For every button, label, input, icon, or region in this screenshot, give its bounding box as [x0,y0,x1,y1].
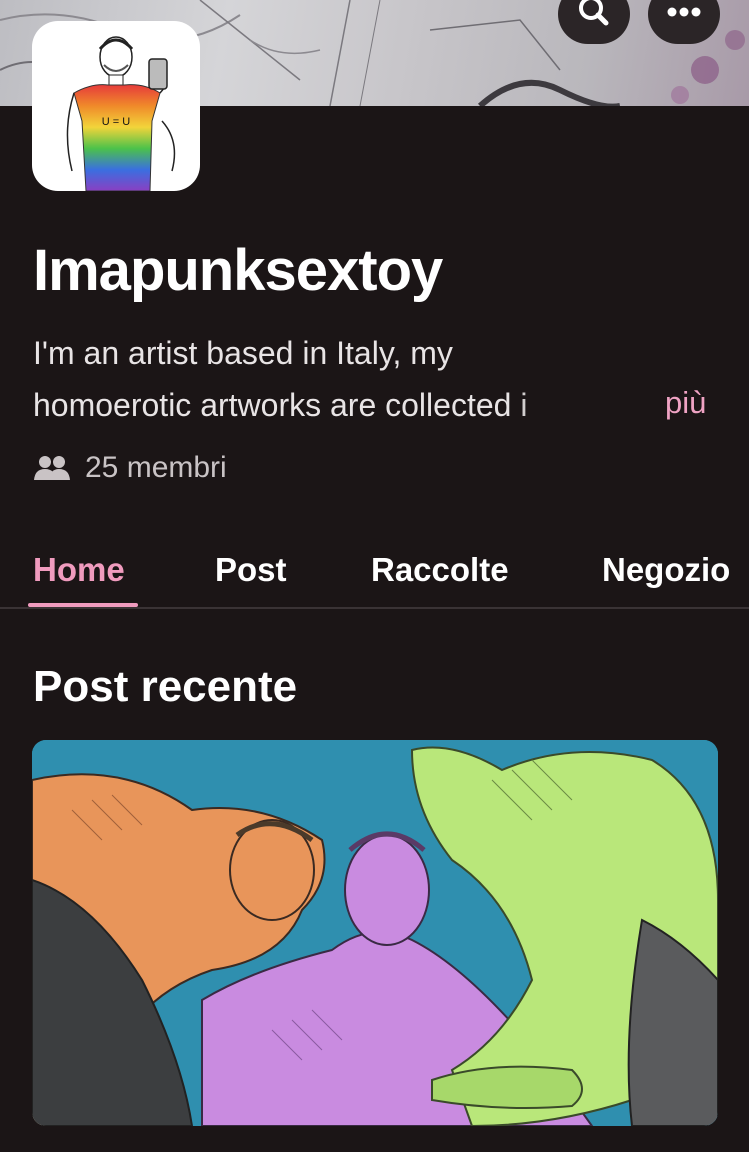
members-count: 25 membri [33,448,227,488]
description-line-1: I'm an artist based in Italy, my [33,335,453,371]
avatar-shirt-text: U = U [102,116,130,128]
post-artwork [32,740,718,1126]
members-icon [34,456,70,480]
active-tab-indicator [28,603,138,607]
creator-description[interactable]: I'm an artist based in Italy, my homoero… [33,327,633,431]
creator-name: Imapunksextoy [33,238,443,303]
recent-post-card[interactable] [32,740,718,1126]
tab-raccolte[interactable]: Raccolte [371,551,509,589]
members-text: 25 membri [85,451,227,484]
avatar[interactable]: U = U [32,21,200,191]
avatar-illustration: U = U [66,36,176,191]
description-line-2: homoerotic artworks are collected i [33,387,528,423]
section-title: Post recente [33,662,298,711]
tab-bar: Home Post Raccolte Negozio [0,545,749,609]
more-link[interactable]: più [665,381,706,425]
more-dots-icon [667,7,701,17]
tab-negozio[interactable]: Negozio [602,551,730,589]
search-icon [579,0,609,26]
tab-post[interactable]: Post [215,551,287,589]
tab-home[interactable]: Home [33,551,125,589]
